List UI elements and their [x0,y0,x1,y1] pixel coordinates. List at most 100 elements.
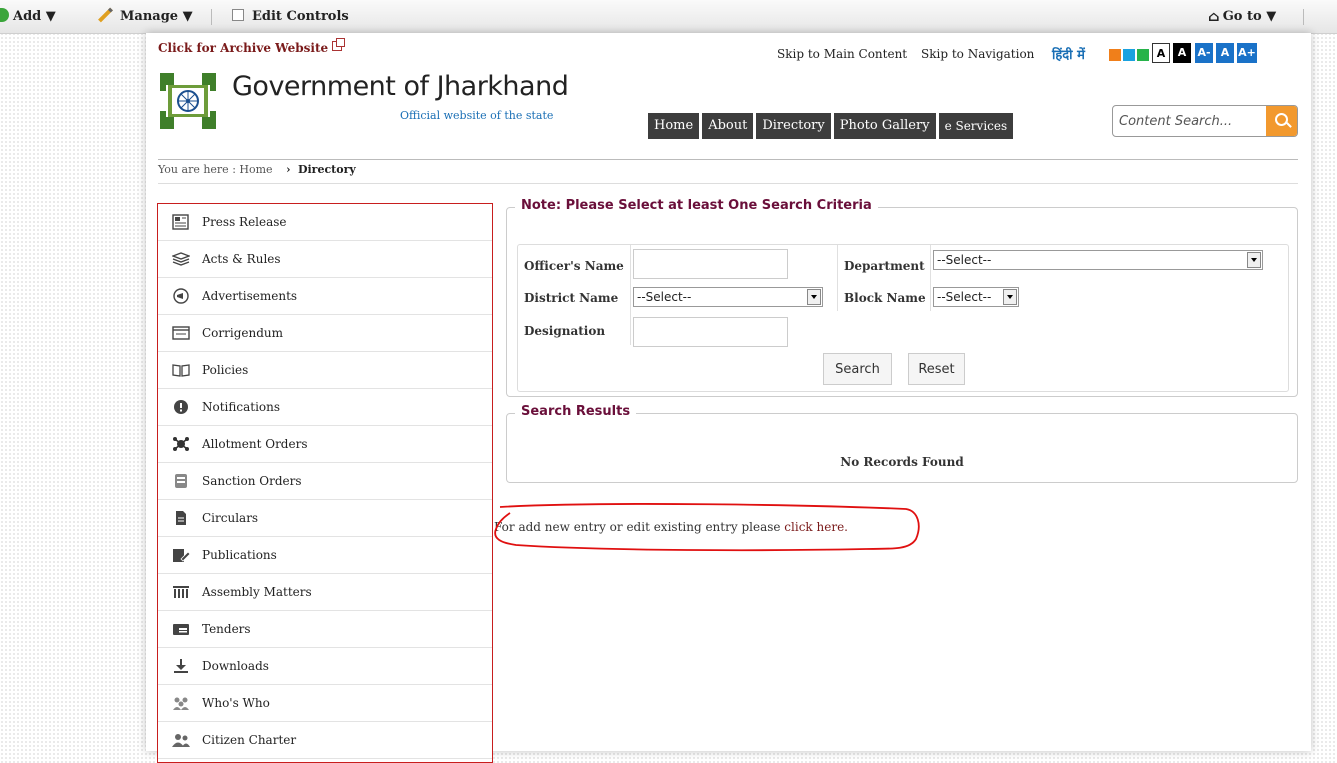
sidebar-item-citizen-charter[interactable]: Citizen Charter [158,722,492,759]
contrast-high-button[interactable]: A [1173,43,1191,63]
archive-link-label: Click for Archive Website [158,41,329,55]
district-name-select[interactable]: --Select-- [633,287,823,307]
sidebar-item-label: Publications [202,548,277,562]
search-submit-button[interactable] [1266,106,1297,136]
sidebar-item-assembly-matters[interactable]: Assembly Matters [158,574,492,611]
sidebar-item-tenders[interactable]: Tenders [158,611,492,648]
sidebar-menu: Press Release Acts & Rules Advertisement… [157,203,493,763]
search-criteria-legend: Note: Please Select at least One Search … [515,198,878,213]
pillars-icon [173,586,189,598]
sidebar-item-policies[interactable]: Policies [158,352,492,389]
manage-menu[interactable]: Manage ▼ [97,0,193,33]
sidebar-item-press-release[interactable]: Press Release [158,204,492,241]
form-column-divider [630,245,631,345]
sidebar-item-whos-who[interactable]: Who's Who [158,685,492,722]
sidebar-item-advertisements[interactable]: Advertisements [158,278,492,315]
designation-input[interactable] [633,317,788,347]
people-group-icon [173,697,189,710]
nav-e-services[interactable]: e Services [938,113,1014,139]
nav-directory[interactable]: Directory [756,113,831,139]
font-decrease-button[interactable]: A- [1195,43,1213,63]
form-column-divider [837,245,838,311]
archive-website-link[interactable]: Click for Archive Website [158,38,346,55]
chevron-down-icon [1247,252,1261,268]
search-button[interactable]: Search [823,353,892,385]
sidebar-item-label: Policies [202,363,249,377]
chevron-down-icon [1003,289,1017,305]
edit-controls-checkbox[interactable] [232,9,244,21]
breadcrumb-current: Directory [297,163,356,176]
breadcrumb-home-link[interactable]: Home [239,163,272,176]
books-icon [172,252,190,266]
skip-to-navigation-link[interactable]: Skip to Navigation [921,47,1034,61]
alert-icon [174,400,188,414]
sidebar-item-label: Corrigendum [202,326,284,340]
sidebar-item-label: Citizen Charter [202,733,297,747]
document-icon [172,326,190,340]
breadcrumb-top-divider [158,159,1298,160]
sidebar-item-allotment-orders[interactable]: Allotment Orders [158,426,492,463]
sidebar-item-acts-rules[interactable]: Acts & Rules [158,241,492,278]
content-search-input[interactable] [1113,106,1277,136]
search-icon [1275,113,1288,126]
sidebar-item-label: Circulars [202,511,259,525]
font-increase-button[interactable]: A+ [1237,43,1257,63]
toolbar-divider [211,9,212,25]
sidebar-item-corrigendum[interactable]: Corrigendum [158,315,492,352]
sidebar-item-downloads[interactable]: Downloads [158,648,492,685]
tender-icon [173,624,189,635]
officer-name-label: Officer's Name [524,259,624,273]
form-column-divider [930,245,931,311]
add-menu[interactable]: Add ▼ [0,0,56,33]
file-icon [176,511,186,525]
sidebar-item-label: Who's Who [202,696,270,710]
add-icon [0,8,9,22]
sidebar-item-label: Sanction Orders [202,474,302,488]
nav-about[interactable]: About [702,113,754,139]
department-select[interactable]: --Select-- [933,250,1263,270]
sidebar-item-label: Assembly Matters [202,585,312,599]
breadcrumb-arrow-icon: › [286,163,291,176]
nav-photo-gallery[interactable]: Photo Gallery [833,113,936,139]
theme-blue-swatch[interactable] [1123,49,1135,61]
officer-name-input[interactable] [633,249,788,279]
skip-to-main-link[interactable]: Skip to Main Content [777,47,907,61]
goto-menu-label: Go to ▼ [1222,9,1277,24]
search-results-panel: Search Results No Records Found [506,404,1298,483]
contrast-normal-button[interactable]: A [1152,43,1170,63]
jharkhand-emblem-logo[interactable] [160,71,216,131]
toolbar-divider-right [1303,9,1304,25]
pencil-icon [98,7,113,23]
red-annotation-circle [494,503,920,552]
download-icon [174,659,188,673]
designation-label: Designation [524,324,606,338]
sidebar-item-circulars[interactable]: Circulars [158,500,492,537]
sidebar-item-label: Press Release [202,215,287,229]
search-results-legend: Search Results [515,404,637,419]
newspaper-icon [172,214,189,230]
district-name-label: District Name [524,291,619,305]
home-icon: ⌂ [1208,9,1220,25]
admin-toolbar: Add ▼ Manage ▼ Edit Controls ⌂ Go to ▼ [0,0,1337,34]
sidebar-item-sanction-orders[interactable]: Sanction Orders [158,463,492,500]
nav-home[interactable]: Home [648,113,700,139]
block-name-select[interactable]: --Select-- [933,287,1019,307]
reset-button[interactable]: Reset [908,353,965,385]
sidebar-item-publications[interactable]: Publications [158,537,492,574]
search-criteria-form: Officer's Name Department --Select-- Dis… [517,244,1289,392]
network-icon [173,437,189,451]
edit-controls-toggle[interactable]: Edit Controls [232,0,349,33]
block-name-label: Block Name [844,291,926,305]
stamp-icon [175,474,187,488]
users-icon [172,734,190,747]
edit-doc-icon [173,549,190,562]
manage-menu-label: Manage ▼ [120,9,193,24]
goto-menu[interactable]: ⌂ Go to ▼ [1208,0,1276,33]
theme-orange-swatch[interactable] [1109,49,1121,61]
theme-green-swatch[interactable] [1137,49,1149,61]
font-normal-button[interactable]: A [1216,43,1234,63]
hindi-language-link[interactable]: हिंदी में [1052,45,1085,63]
site-subtitle: Official website of the state [400,109,554,122]
sidebar-item-notifications[interactable]: Notifications [158,389,492,426]
sidebar-item-label: Tenders [202,622,251,636]
